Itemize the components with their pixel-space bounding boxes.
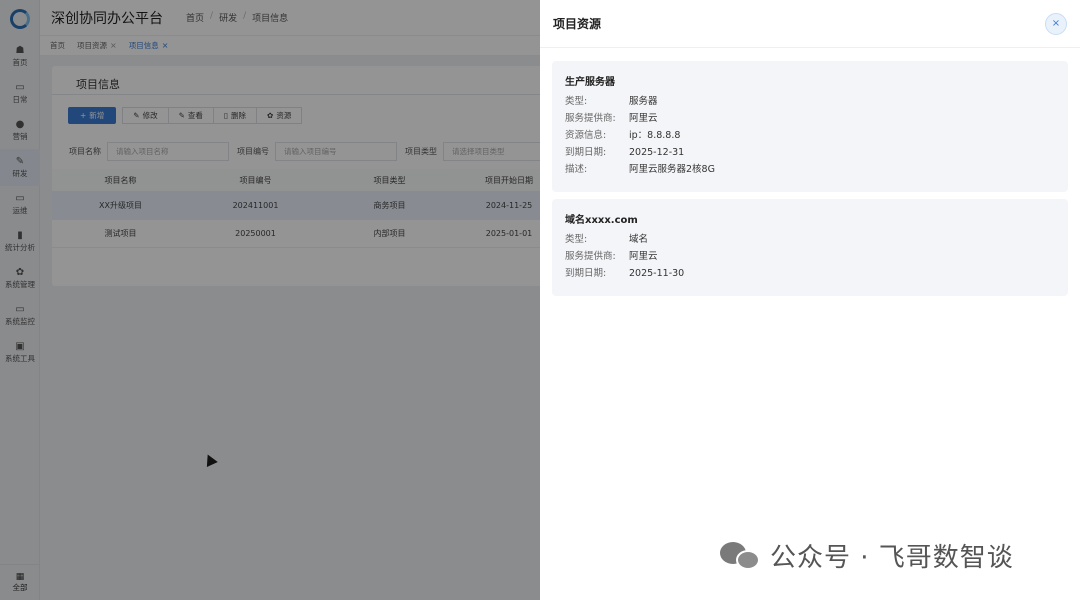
close-icon: × xyxy=(1051,18,1061,29)
watermark: 公众号 · 飞哥数智谈 xyxy=(720,537,1014,574)
resource-field: 描述: 阿里云服务器2核8G xyxy=(565,164,715,175)
watermark-text: 公众号 · 飞哥数智谈 xyxy=(770,543,1014,573)
resource-card: 域名xxxx.com 类型: 域名 服务提供商: 阿里云 到期日期: 2025-11-… xyxy=(552,199,1068,296)
resource-field: 服务提供商: 阿里云 xyxy=(565,251,658,262)
resource-field: 到期日期: 2025-12-31 xyxy=(565,147,685,158)
resource-field: 类型: 服务器 xyxy=(565,96,658,107)
resource-card: 生产服务器 类型: 服务器 服务提供商: 阿里云 资源信息: ip：8.8.8.8 到… xyxy=(552,61,1068,192)
resource-field: 资源信息: ip：8.8.8.8 xyxy=(565,130,681,141)
close-button[interactable]: × xyxy=(1045,12,1067,35)
drawer-title: 项目资源 xyxy=(553,17,602,31)
drawer-header: 项目资源 × xyxy=(540,0,1080,48)
modal-overlay[interactable] xyxy=(0,0,540,600)
wechat-icon xyxy=(720,540,762,572)
resource-field: 类型: 域名 xyxy=(565,234,649,245)
resource-name: 生产服务器 xyxy=(565,77,615,88)
resource-field: 服务提供商: 阿里云 xyxy=(565,113,658,124)
resource-field: 到期日期: 2025-11-30 xyxy=(565,268,685,279)
resource-name: 域名xxxx.com xyxy=(565,215,638,226)
resource-drawer: 项目资源 × 生产服务器 类型: 服务器 服务提供商: 阿里云 资源信息: ip：8.… xyxy=(540,0,1080,600)
